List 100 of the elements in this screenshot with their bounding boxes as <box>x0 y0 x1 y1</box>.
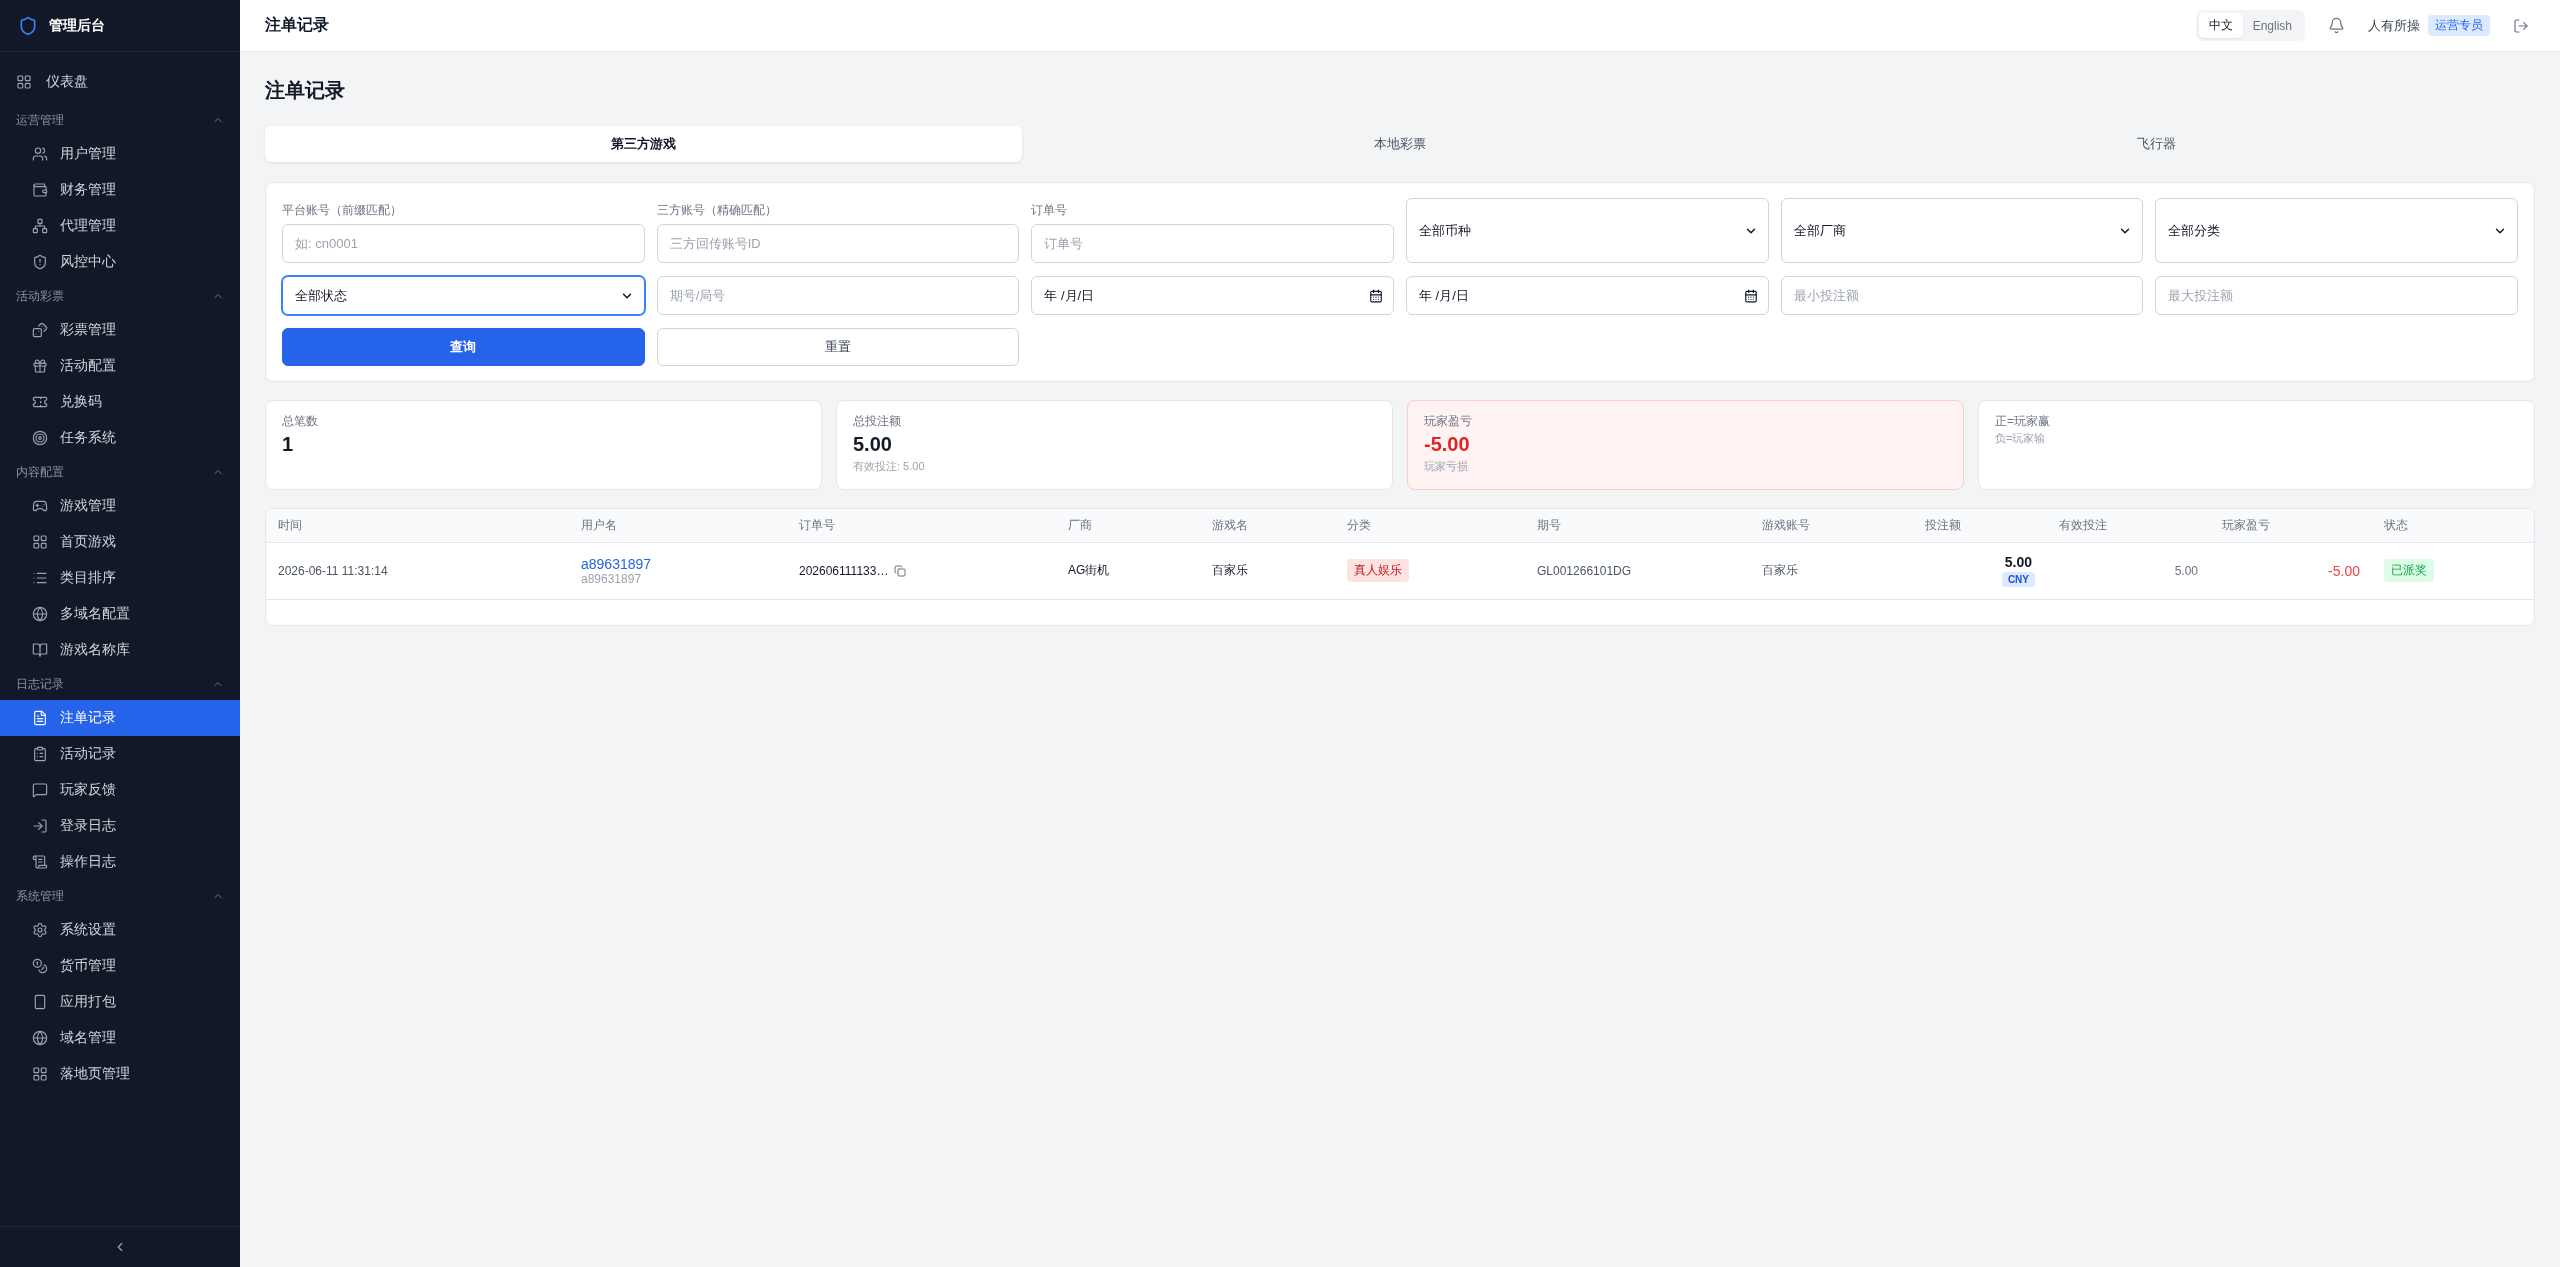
grid-icon <box>32 534 48 550</box>
page-title: 注单记录 <box>265 78 346 103</box>
bet-amount: 5.00 <box>2004 554 2033 570</box>
column-header: 游戏账号 <box>1750 509 1913 542</box>
nav-item[interactable]: 操作日志 <box>0 844 240 880</box>
nav-item[interactable]: 注单记录 <box>0 700 240 736</box>
section-header[interactable]: 运营管理 <box>16 111 64 129</box>
nav-item[interactable]: 风控中心 <box>0 244 240 280</box>
select-field[interactable]: 全部状态 <box>282 276 645 315</box>
column-header: 投注额 <box>1913 509 2047 542</box>
select-field[interactable]: 全部厂商 <box>1780 198 2144 263</box>
globe-icon <box>32 1030 48 1046</box>
section-header[interactable]: 日志记录 <box>16 675 64 693</box>
bell-icon[interactable] <box>2328 17 2345 34</box>
date-field[interactable]: 年 /月/日 <box>1031 276 1394 315</box>
nav-item[interactable]: 彩票管理 <box>0 312 240 348</box>
input-field[interactable]: 三方回传账号ID <box>656 224 1020 263</box>
select-field[interactable]: 全部分类 <box>2155 198 2518 263</box>
nav-item[interactable]: 类目排序 <box>0 560 240 596</box>
nav-item[interactable]: 货币管理 <box>0 948 240 984</box>
legend-text: 负=玩家输 <box>1995 431 2046 446</box>
nav-item[interactable]: 登录日志 <box>0 808 240 844</box>
column-header: 厂商 <box>1056 509 1200 542</box>
target-icon <box>32 430 48 446</box>
grid-icon <box>32 1066 48 1082</box>
input-field[interactable]: 订单号 <box>1031 224 1394 263</box>
column-header: 玩家盈亏 <box>2210 509 2372 542</box>
tab[interactable]: 第三方游戏 <box>265 126 1022 162</box>
table-cell: 百家乐 <box>1200 542 1335 599</box>
column-header: 时间 <box>266 509 569 542</box>
field-label: 平台账号（前缀匹配） <box>282 202 403 218</box>
copy-icon[interactable] <box>894 564 907 577</box>
section-header[interactable]: 内容配置 <box>16 463 64 481</box>
tab[interactable]: 飞行器 <box>1778 126 2535 162</box>
input-field[interactable]: 最小投注额 <box>1780 276 2144 315</box>
column-header: 期号 <box>1525 509 1750 542</box>
clipboard-icon <box>32 746 48 762</box>
stat-value: -5.00 <box>1424 432 1470 457</box>
gift-icon <box>32 358 48 374</box>
stat-value: 5.00 <box>853 432 892 457</box>
input-field[interactable]: 期号/局号 <box>656 276 1020 315</box>
logout-icon[interactable] <box>2513 17 2529 34</box>
field-label: 订单号 <box>1031 202 1069 218</box>
stat-note: 有效投注: 5.00 <box>853 459 925 474</box>
language-option[interactable]: English <box>2242 13 2302 38</box>
search-button[interactable]: 查询 <box>282 328 645 366</box>
field-label: 三方账号（精确匹配） <box>656 202 778 218</box>
calendar-icon[interactable] <box>1369 288 1383 303</box>
nav-item[interactable]: 域名管理 <box>0 1020 240 1056</box>
date-field[interactable]: 年 /月/日 <box>1406 276 1769 315</box>
user-name: 人有所操 <box>2368 16 2420 35</box>
tab[interactable]: 本地彩票 <box>1021 126 1779 162</box>
calendar-icon[interactable] <box>1743 288 1758 303</box>
nav-item[interactable]: 应用打包 <box>0 984 240 1020</box>
nav-item[interactable]: 游戏名称库 <box>0 632 240 668</box>
select-field[interactable]: 全部币种 <box>1406 198 1769 263</box>
reset-button[interactable]: 重置 <box>656 328 1020 366</box>
dice-icon <box>32 322 48 338</box>
role-badge: 运营专员 <box>2428 15 2490 36</box>
nav-item[interactable]: 任务系统 <box>0 420 240 456</box>
scroll-icon <box>32 854 48 870</box>
stat-label: 玩家盈亏 <box>1424 413 1472 429</box>
nav-item[interactable]: 游戏管理 <box>0 488 240 524</box>
pnl-value: -5.00 <box>2328 562 2360 579</box>
nav-item[interactable]: 财务管理 <box>0 172 240 208</box>
username-subtext: a89631897 <box>581 571 642 586</box>
column-header: 游戏名 <box>1200 509 1335 542</box>
table-cell: GL001266101DG <box>1525 542 1750 599</box>
nav-item[interactable]: 兑换码 <box>0 384 240 420</box>
input-field[interactable]: 如: cn0001 <box>282 224 645 263</box>
column-header: 状态 <box>2372 509 2534 542</box>
section-header[interactable]: 系统管理 <box>16 887 64 905</box>
nav-item[interactable]: 活动配置 <box>0 348 240 384</box>
phone-icon <box>32 994 48 1010</box>
nav-item[interactable]: 仪表盘 <box>0 64 240 100</box>
legend-text: 正=玩家赢 <box>1995 413 2050 429</box>
nav-item[interactable]: 多域名配置 <box>0 596 240 632</box>
username-link[interactable]: a89631897 <box>581 555 652 572</box>
globe-icon <box>32 606 48 622</box>
input-field[interactable]: 最大投注额 <box>2155 276 2518 315</box>
nav-item[interactable]: 首页游戏 <box>0 524 240 560</box>
list-icon <box>32 570 48 586</box>
section-header[interactable]: 活动彩票 <box>16 287 64 305</box>
document-icon <box>32 710 48 726</box>
ticket-icon <box>32 394 48 410</box>
wallet-icon <box>32 182 48 198</box>
gamepad-icon <box>32 498 48 514</box>
settings-icon <box>32 922 48 938</box>
nav-item[interactable]: 用户管理 <box>0 136 240 172</box>
nav-item[interactable]: 代理管理 <box>0 208 240 244</box>
nav-item[interactable]: 活动记录 <box>0 736 240 772</box>
nav-item[interactable]: 系统设置 <box>0 912 240 948</box>
language-option[interactable]: 中文 <box>2198 13 2243 38</box>
nav-item[interactable]: 落地页管理 <box>0 1056 240 1092</box>
column-header: 订单号 <box>787 509 1056 542</box>
book-icon <box>32 642 48 658</box>
column-header: 分类 <box>1335 509 1525 542</box>
category-tag: 真人娱乐 <box>1347 559 1409 582</box>
nav-item[interactable]: 玩家反馈 <box>0 772 240 808</box>
chat-bubble-icon <box>32 782 48 798</box>
